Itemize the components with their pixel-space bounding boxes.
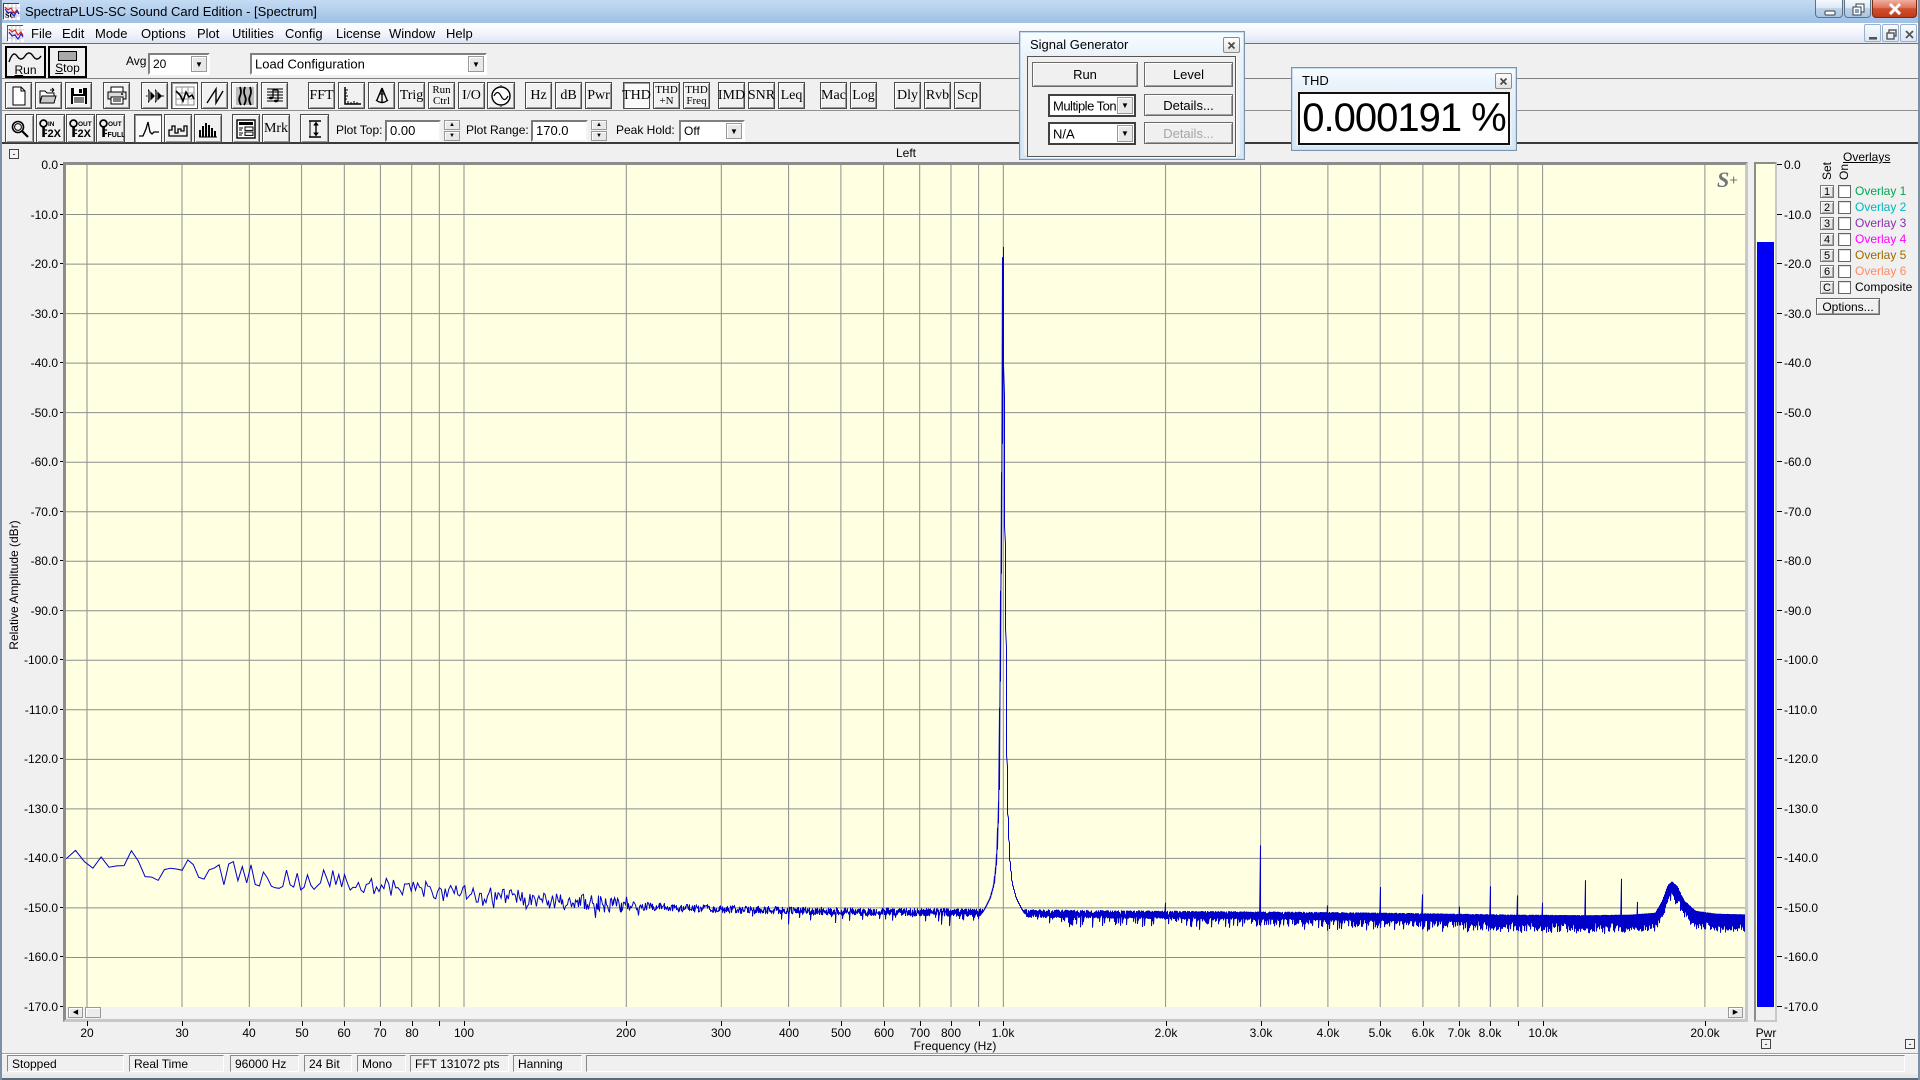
svg-text:2X: 2X <box>47 128 61 140</box>
svg-text:2X: 2X <box>77 128 91 140</box>
svg-text:OUT: OUT <box>108 121 122 128</box>
svg-text:IN: IN <box>48 121 55 128</box>
svg-text:SC: SC <box>5 11 15 20</box>
svg-text:OUT: OUT <box>78 121 92 128</box>
svg-text:FULL: FULL <box>107 132 124 139</box>
